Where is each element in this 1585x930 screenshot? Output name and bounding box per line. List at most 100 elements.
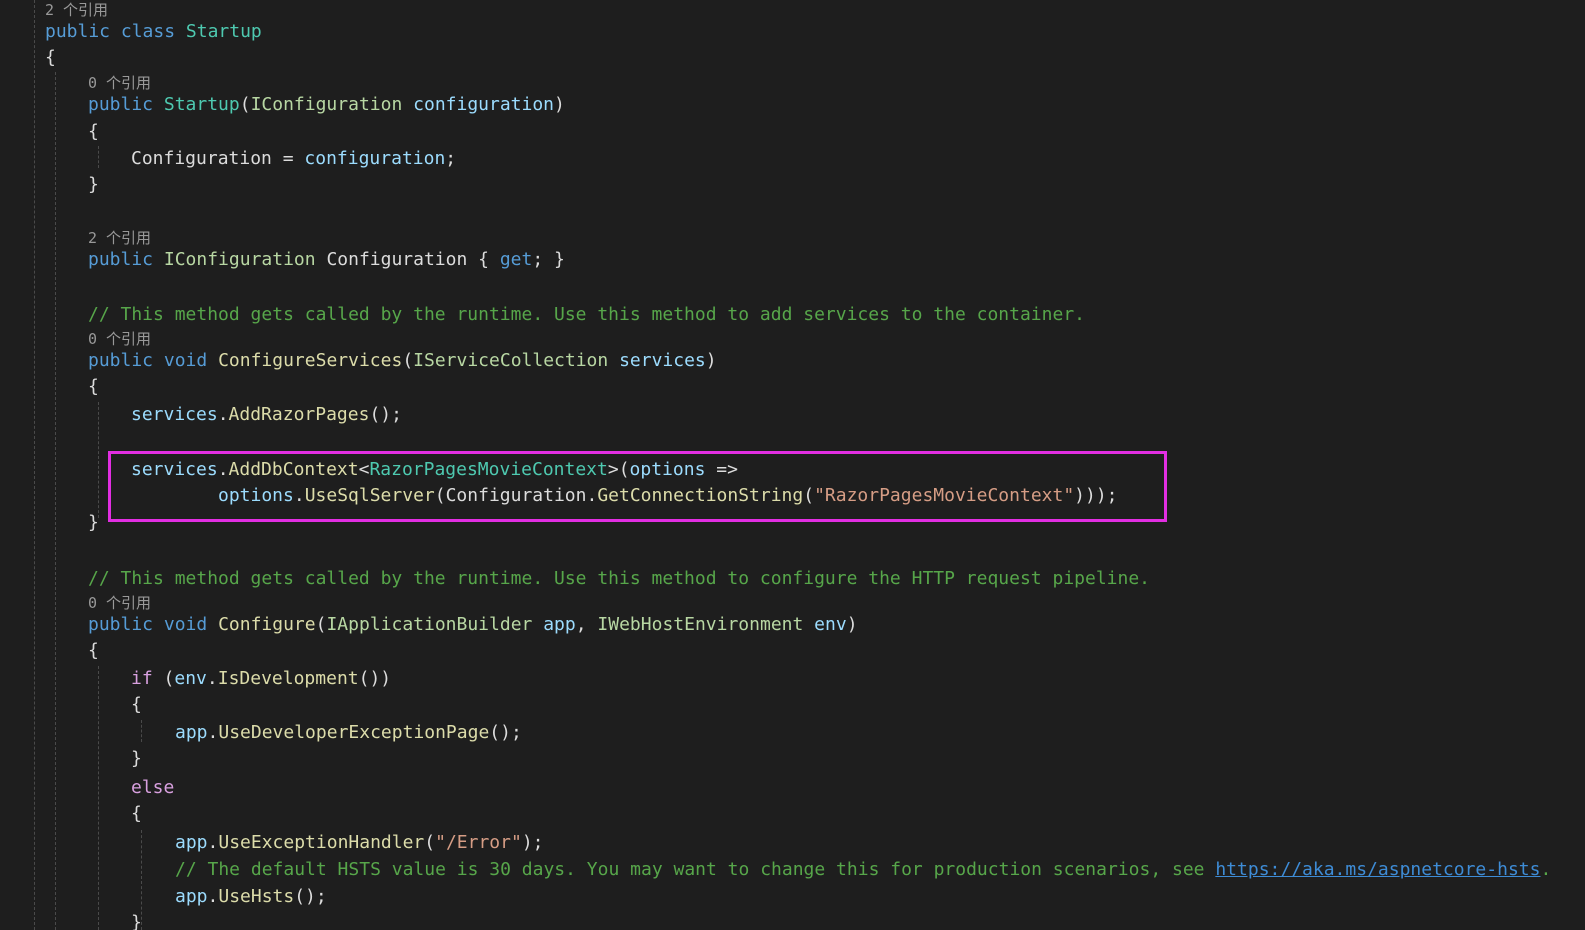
code-line-add-db-context: services.AddDbContext<RazorPagesMovieCon… <box>131 457 738 483</box>
param-services: services <box>131 404 218 425</box>
code-line-open-brace: { <box>88 374 99 400</box>
param-services: services <box>131 459 218 480</box>
paren: ) <box>554 94 565 115</box>
code-line-configuration-property: public IConfiguration Configuration { ge… <box>88 247 565 273</box>
call-end: (); <box>369 404 402 425</box>
constructor-references-lens[interactable]: 0 个引用 <box>88 73 151 93</box>
comment-hsts: // The default HSTS value is 30 days. Yo… <box>175 859 1216 880</box>
code-line-if-development: if (env.IsDevelopment()) <box>131 666 391 692</box>
paren: ( <box>402 350 414 371</box>
code-line-add-razor-pages: services.AddRazorPages(); <box>131 402 402 428</box>
code-line-close-brace: } <box>131 910 142 930</box>
class-name-startup: Startup <box>185 21 262 42</box>
method-use-sql-server: UseSqlServer <box>304 485 435 506</box>
type-iwebhostenvironment: IWebHostEnvironment <box>597 614 804 635</box>
param-configuration: configuration <box>304 148 446 169</box>
keyword-if: if <box>131 668 153 689</box>
class-references-lens[interactable]: 2 个引用 <box>45 0 108 20</box>
brace: { <box>131 803 142 824</box>
method-use-exception-handler: UseExceptionHandler <box>218 832 425 853</box>
dot: . <box>206 668 218 689</box>
semicolon: ; <box>445 148 457 169</box>
dot: . <box>207 832 219 853</box>
configure-services-references-lens[interactable]: 0 个引用 <box>88 329 151 349</box>
property-references-lens[interactable]: 2 个引用 <box>88 228 151 248</box>
dot: . <box>217 404 229 425</box>
code-line-use-hsts: app.UseHsts(); <box>175 884 327 910</box>
param-options: options <box>629 459 706 480</box>
param-options: options <box>218 485 294 506</box>
comment-configure: // This method gets called by the runtim… <box>88 568 1151 589</box>
keyword-public: public <box>88 249 154 270</box>
paren: ( <box>163 668 175 689</box>
code-line-assign-configuration: Configuration = configuration; <box>131 146 456 172</box>
if-end: ()) <box>358 668 392 689</box>
brace: } <box>88 512 99 533</box>
brace: } <box>88 174 99 195</box>
close-parens: ))); <box>1074 485 1118 506</box>
code-line-use-sql-server: options.UseSqlServer(Configuration.GetCo… <box>218 483 1118 509</box>
dot: . <box>217 459 229 480</box>
keyword-public: public <box>88 614 154 635</box>
code-line-hsts-comment: // The default HSTS value is 30 days. Yo… <box>175 857 1551 883</box>
comma: , <box>575 614 598 635</box>
method-configure: Configure <box>218 614 316 635</box>
string-connection-name: "RazorPagesMovieContext" <box>814 485 1075 506</box>
type-iconfiguration: IConfiguration <box>250 94 403 115</box>
hsts-docs-link[interactable]: https://aka.ms/aspnetcore-hsts <box>1215 859 1540 880</box>
code-line-open-brace: { <box>88 119 99 145</box>
dot: . <box>586 485 598 506</box>
dot: . <box>293 485 305 506</box>
keyword-public: public <box>88 350 154 371</box>
code-line-else: else <box>131 775 174 801</box>
keyword-public: public <box>45 21 111 42</box>
code-line-class-declaration: public class Startup <box>45 19 262 45</box>
indent-guide <box>98 402 99 518</box>
param-app: app <box>543 614 576 635</box>
comment-configure-services: // This method gets called by the runtim… <box>88 304 1085 325</box>
paren: ( <box>618 459 630 480</box>
method-is-development: IsDevelopment <box>217 668 359 689</box>
indent-guide <box>141 720 142 742</box>
brace: } <box>131 748 142 769</box>
method-get-connection-string: GetConnectionString <box>597 485 804 506</box>
code-line-use-developer-exception-page: app.UseDeveloperExceptionPage(); <box>175 720 522 746</box>
dot: . <box>207 722 219 743</box>
method-use-developer-exception-page: UseDeveloperExceptionPage <box>218 722 490 743</box>
type-iconfiguration: IConfiguration <box>163 249 316 270</box>
indent-guide <box>55 72 56 930</box>
assign-operator: = <box>271 148 305 169</box>
code-editor[interactable]: 2 个引用 public class Startup { 0 个引用 publi… <box>0 0 1585 930</box>
constructor-name: Startup <box>163 94 240 115</box>
param-env: env <box>174 668 207 689</box>
keyword-public: public <box>88 94 154 115</box>
code-line-open-brace: { <box>131 801 142 827</box>
keyword-void: void <box>163 350 208 371</box>
param-app: app <box>175 722 208 743</box>
code-line-close-brace: } <box>88 510 99 536</box>
property-configuration: Configuration <box>326 249 468 270</box>
lambda-arrow: => <box>705 459 738 480</box>
accessor-close: ; } <box>532 249 565 270</box>
param-app: app <box>175 832 208 853</box>
call-end: (); <box>294 886 327 907</box>
generic-open: < <box>358 459 370 480</box>
call-end: (); <box>489 722 522 743</box>
param-services: services <box>619 350 706 371</box>
code-line-open-brace: { <box>131 692 142 718</box>
code-line-close-brace: } <box>131 746 142 772</box>
dot: . <box>207 886 219 907</box>
indent-guide <box>98 666 99 930</box>
string-error-route: "/Error" <box>435 832 522 853</box>
keyword-class: class <box>120 21 176 42</box>
indent-guide <box>34 0 35 930</box>
type-razor-pages-movie-context: RazorPagesMovieContext <box>369 459 608 480</box>
configure-references-lens[interactable]: 0 个引用 <box>88 593 151 613</box>
code-line-use-exception-handler: app.UseExceptionHandler("/Error"); <box>175 830 544 856</box>
brace: { <box>131 694 142 715</box>
brace: { <box>88 121 99 142</box>
keyword-get: get <box>499 249 533 270</box>
code-line-open-brace: { <box>88 638 99 664</box>
paren-semicolon: ); <box>521 832 544 853</box>
property-configuration: Configuration <box>131 148 272 169</box>
